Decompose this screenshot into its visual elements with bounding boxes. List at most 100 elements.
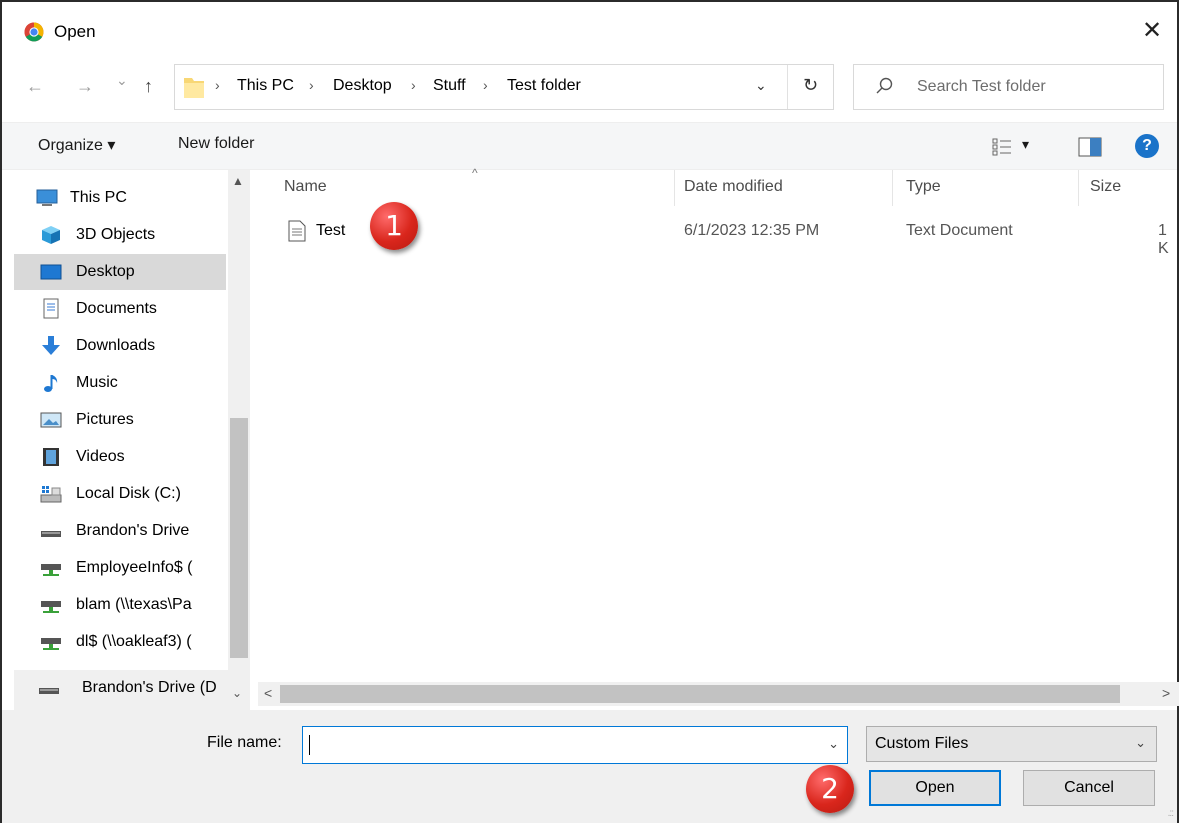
breadcrumb-desktop[interactable]: Desktop — [333, 77, 392, 95]
chevron-down-icon[interactable]: ⌄ — [1135, 735, 1146, 751]
sidebar-item-label: Videos — [76, 448, 125, 465]
sidebar-item-desktop[interactable]: Desktop — [14, 254, 226, 290]
search-box[interactable]: Search Test folder — [853, 64, 1164, 110]
search-placeholder: Search Test folder — [917, 78, 1046, 95]
command-toolbar: Organize ▾ New folder ▾ ? — [2, 122, 1177, 170]
sidebar-scrollbar[interactable]: ▲ ⌄ — [228, 170, 250, 710]
breadcrumb-stuff[interactable]: Stuff — [433, 77, 466, 95]
preview-pane-icon[interactable] — [1078, 137, 1102, 157]
column-divider[interactable] — [892, 170, 893, 206]
sidebar-item-label: Local Disk (C:) — [76, 485, 181, 502]
pictures-icon — [40, 412, 62, 428]
text-document-icon — [288, 220, 306, 242]
file-name-dropdown-icon[interactable]: ⌄ — [828, 736, 839, 752]
file-name: Test — [316, 222, 346, 239]
file-type-filter-value: Custom Files — [875, 735, 969, 752]
breadcrumb-separator[interactable]: › — [483, 77, 488, 93]
sidebar-item-videos[interactable]: Videos — [14, 439, 226, 475]
scroll-right-icon[interactable]: > — [1162, 685, 1170, 701]
step-marker-2: 2 — [806, 765, 854, 813]
sidebar-item-label: Downloads — [76, 337, 156, 354]
breadcrumb-this-pc[interactable]: This PC — [237, 77, 294, 95]
refresh-icon[interactable]: ↻ — [803, 75, 818, 96]
open-button[interactable]: Open — [869, 770, 1001, 806]
file-type: Text Document — [906, 222, 1013, 239]
navigation-pane: This PC 3D Objects Desktop Documents Dow… — [14, 170, 250, 783]
address-bar[interactable]: › This PC › Desktop › Stuff › Test folde… — [174, 64, 834, 110]
sidebar-item-label: Brandon's Drive (D — [82, 679, 217, 696]
network-drive-icon — [41, 564, 61, 576]
file-date: 6/1/2023 12:35 PM — [684, 222, 820, 239]
sidebar-item-label: Pictures — [76, 411, 134, 428]
sidebar-item-downloads[interactable]: Downloads — [14, 328, 226, 364]
music-icon — [44, 375, 58, 392]
sidebar-item-label: EmployeeInfo$ ( — [76, 559, 193, 576]
text-cursor — [309, 735, 310, 755]
sidebar-item-employeeinfo[interactable]: EmployeeInfo$ ( — [14, 550, 226, 586]
file-name-label: File name: — [207, 734, 282, 751]
address-dropdown-icon[interactable]: ⌄ — [755, 77, 767, 94]
column-divider[interactable] — [1078, 170, 1079, 206]
breadcrumb-separator: › — [215, 77, 220, 93]
sidebar-item-label: Desktop — [76, 263, 135, 280]
breadcrumb-separator[interactable]: › — [411, 77, 416, 93]
search-icon — [876, 77, 893, 94]
file-name-input[interactable] — [303, 727, 803, 763]
sidebar-item-label: Documents — [76, 300, 157, 317]
back-arrow-icon[interactable]: ← — [26, 76, 44, 97]
close-icon[interactable]: ✕ — [1137, 16, 1167, 46]
file-size: 1 K — [1158, 222, 1169, 257]
view-dropdown-icon[interactable]: ▾ — [1022, 136, 1029, 153]
up-arrow-icon[interactable]: ↑ — [144, 76, 153, 97]
desktop-icon — [40, 264, 62, 280]
sidebar-item-this-pc[interactable]: This PC — [14, 180, 226, 216]
videos-icon — [43, 448, 59, 466]
local-disk-icon — [40, 486, 62, 503]
sidebar-item-3d-objects[interactable]: 3D Objects — [14, 217, 226, 253]
view-options-icon[interactable] — [992, 138, 1012, 156]
sidebar-item-documents[interactable]: Documents — [14, 291, 226, 327]
file-type-filter[interactable]: Custom Files ⌄ — [866, 726, 1157, 762]
sidebar-item-local-disk[interactable]: Local Disk (C:) — [14, 476, 226, 512]
downloads-icon — [42, 336, 60, 355]
sidebar-item-blam[interactable]: blam (\\texas\Pa — [14, 587, 226, 623]
organize-button[interactable]: Organize ▾ — [38, 135, 115, 155]
resize-grip-icon[interactable]: .:: — [1168, 808, 1174, 819]
chrome-icon — [24, 22, 44, 42]
scroll-up-icon[interactable]: ▲ — [232, 174, 244, 188]
help-icon[interactable]: ? — [1135, 134, 1159, 158]
drive-icon — [39, 688, 59, 694]
breadcrumb-test-folder[interactable]: Test folder — [507, 77, 581, 95]
open-file-dialog: Open ✕ ← → ⌄ ↑ › This PC › Desktop › Stu… — [0, 0, 1179, 823]
step-marker-1: 1 — [370, 202, 418, 250]
scroll-down-icon[interactable]: ⌄ — [232, 686, 242, 700]
scrollbar-thumb[interactable] — [230, 418, 248, 658]
title-bar: Open ✕ — [2, 2, 1177, 58]
drive-icon — [41, 531, 61, 537]
column-header-name[interactable]: Name — [284, 178, 327, 196]
network-drive-icon — [41, 601, 61, 613]
3d-objects-icon — [42, 226, 60, 244]
scroll-left-icon[interactable]: < — [264, 685, 272, 701]
sidebar-item-label: This PC — [70, 189, 127, 206]
column-header-type[interactable]: Type — [906, 178, 941, 196]
sidebar-item-pictures[interactable]: Pictures — [14, 402, 226, 438]
recent-locations-icon[interactable]: ⌄ — [116, 72, 128, 89]
breadcrumb-separator[interactable]: › — [309, 77, 314, 93]
column-divider[interactable] — [674, 170, 675, 206]
forward-arrow-icon[interactable]: → — [76, 76, 94, 97]
column-header-size[interactable]: Size — [1090, 178, 1121, 196]
file-name-field[interactable]: ⌄ — [302, 726, 848, 764]
sidebar-item-music[interactable]: Music — [14, 365, 226, 401]
file-list-horizontal-scrollbar[interactable]: < > — [258, 682, 1179, 706]
sidebar-item-dl[interactable]: dl$ (\\oakleaf3) ( — [14, 624, 226, 660]
dialog-footer: File name: ⌄ Custom Files ⌄ Open Cancel … — [2, 710, 1177, 823]
column-header-date-modified[interactable]: Date modified — [684, 178, 783, 196]
cancel-button[interactable]: Cancel — [1023, 770, 1155, 806]
sidebar-item-label: 3D Objects — [76, 226, 156, 243]
sidebar-item-label: Music — [76, 374, 118, 391]
sidebar-item-label: blam (\\texas\Pa — [76, 596, 192, 613]
sidebar-item-brandons-drive[interactable]: Brandon's Drive — [14, 513, 226, 549]
scrollbar-thumb[interactable] — [280, 685, 1120, 703]
new-folder-button[interactable]: New folder — [178, 135, 254, 153]
